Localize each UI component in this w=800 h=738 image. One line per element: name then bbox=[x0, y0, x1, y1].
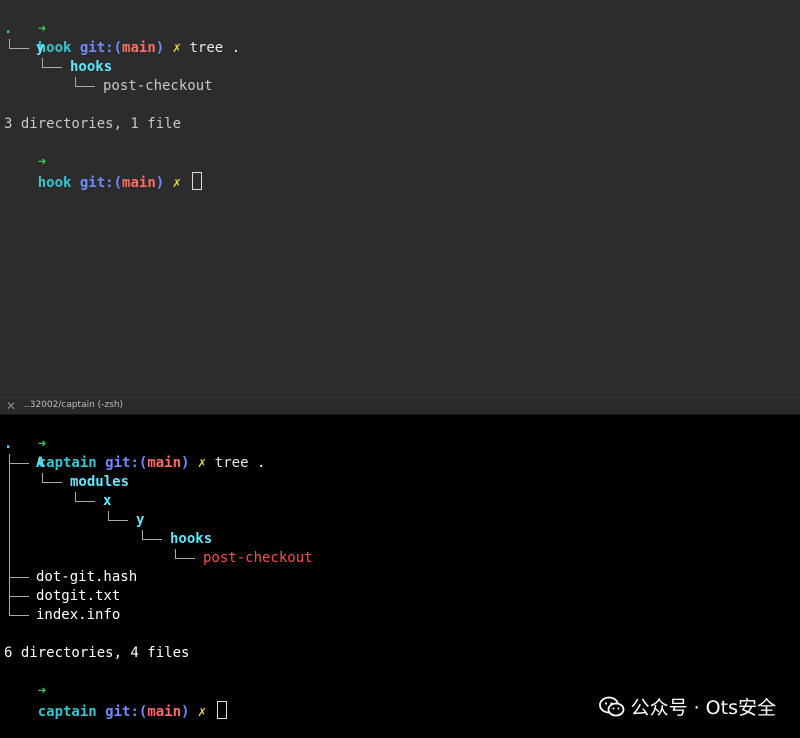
tree-item: hooks bbox=[170, 531, 213, 547]
watermark-text: 公众号 · Ots安全 bbox=[630, 697, 776, 719]
prompt-line: ➜ captain git:(main) ✗ bbox=[4, 663, 227, 720]
prompt-arrow-icon: ➜ bbox=[37, 436, 47, 452]
tree-item: post-checkout bbox=[203, 550, 313, 566]
git-branch: main bbox=[122, 175, 156, 191]
terminal-pane-top[interactable]: ➜ hook git:(main) ✗ tree . . y hooks pos… bbox=[0, 0, 800, 397]
tree-item: dotgit.txt bbox=[36, 588, 121, 604]
tree-item: y bbox=[36, 40, 45, 56]
close-icon[interactable]: ✕ bbox=[6, 399, 16, 413]
pane-title-bar[interactable]: ✕ ..32002/captain (-zsh) bbox=[0, 397, 800, 415]
prompt-arrow-icon: ➜ bbox=[37, 21, 47, 37]
git-label-close: ) bbox=[155, 40, 165, 56]
prompt-line: ➜ hook git:(main) ✗ tree . bbox=[4, 1, 240, 56]
dirty-icon: ✗ bbox=[197, 455, 207, 471]
pane-title: ..32002/captain (-zsh) bbox=[24, 400, 124, 410]
command-text: tree . bbox=[189, 40, 241, 56]
git-label-close: ) bbox=[181, 455, 190, 471]
tree-item: post-checkout bbox=[103, 78, 213, 94]
prompt-directory: captain bbox=[37, 455, 97, 471]
terminal-pane-bottom[interactable]: ➜ captain git:(main) ✗ tree . . A module… bbox=[0, 415, 800, 738]
tree-summary: 3 directories, 1 file bbox=[4, 116, 182, 132]
watermark: 公众号 · Ots安全 bbox=[598, 693, 776, 720]
prompt-arrow-icon: ➜ bbox=[37, 154, 47, 170]
tree-item: modules bbox=[70, 474, 130, 490]
git-label-close: ) bbox=[155, 175, 165, 191]
git-branch: main bbox=[122, 40, 156, 56]
cursor[interactable] bbox=[216, 701, 227, 719]
tree-summary: 6 directories, 4 files bbox=[4, 645, 190, 661]
git-label-close: ) bbox=[181, 704, 190, 720]
tree-root: . bbox=[4, 436, 13, 452]
tree-item: x bbox=[103, 493, 112, 509]
tree-item: hooks bbox=[70, 59, 113, 75]
git-label: git:( bbox=[79, 175, 123, 191]
command-text: tree . bbox=[214, 455, 266, 471]
prompt-directory: captain bbox=[37, 704, 97, 720]
wechat-icon bbox=[598, 696, 624, 716]
tree-item: index.info bbox=[36, 607, 121, 623]
tree-item: A bbox=[36, 455, 45, 471]
git-branch: main bbox=[147, 704, 182, 720]
dirty-icon: ✗ bbox=[172, 40, 182, 56]
cursor[interactable] bbox=[191, 172, 202, 190]
git-label: git:( bbox=[79, 40, 123, 56]
tree-root: . bbox=[4, 21, 13, 37]
dirty-icon: ✗ bbox=[197, 704, 207, 720]
prompt-line: ➜ captain git:(main) ✗ tree . bbox=[4, 416, 266, 471]
prompt-line: ➜ hook git:(main) ✗ bbox=[4, 134, 202, 191]
git-branch: main bbox=[147, 455, 182, 471]
git-label: git:( bbox=[105, 455, 148, 471]
tree-item: dot-git.hash bbox=[36, 569, 138, 585]
prompt-directory: hook bbox=[37, 175, 72, 191]
tree-item: y bbox=[136, 512, 145, 528]
git-label: git:( bbox=[105, 704, 148, 720]
dirty-icon: ✗ bbox=[172, 175, 182, 191]
prompt-arrow-icon: ➜ bbox=[37, 683, 47, 699]
